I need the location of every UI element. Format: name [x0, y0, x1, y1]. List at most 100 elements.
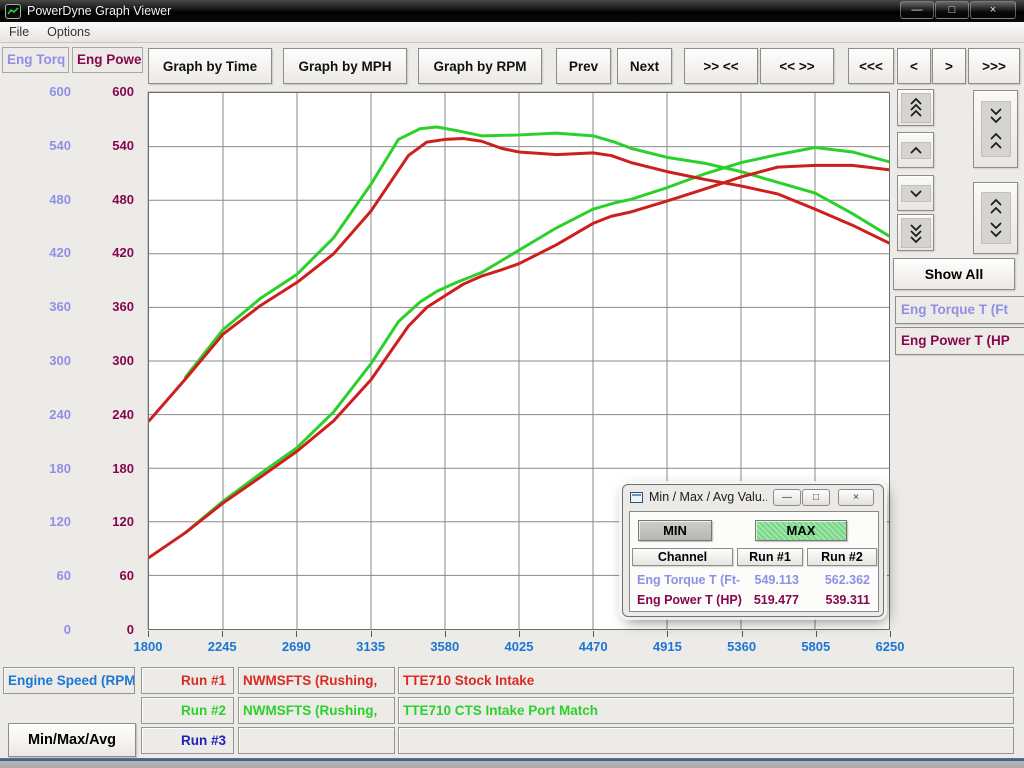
torque-max-run2-value: 562.362 — [806, 573, 870, 587]
channel-button-torque[interactable]: Eng Torque T (Ft — [895, 296, 1024, 324]
x-tick-label: 3580 — [410, 639, 480, 654]
x-tick-mark — [667, 631, 668, 637]
run1-description-field[interactable]: TTE710 Stock Intake — [398, 667, 1014, 694]
chevron-down-icon — [901, 185, 931, 202]
chevrons-diverge-icon — [981, 192, 1011, 244]
minmax-title-bar[interactable]: Min / Max / Avg Valu... — □ × — [623, 485, 883, 509]
torque-axis-labels: 600540480420360300240180120600 — [0, 0, 73, 768]
power-max-run2-value: 539.311 — [806, 593, 870, 607]
x-tick-mark — [742, 631, 743, 637]
menu-file[interactable]: File — [0, 23, 38, 41]
y-tick-label: 120 — [112, 513, 134, 531]
powerdyne-window: PowerDyne Graph Viewer — □ × File Option… — [0, 0, 1024, 768]
y-tick-label: 0 — [127, 621, 134, 639]
x-tick-mark — [816, 631, 817, 637]
power-max-run1-value: 519.477 — [735, 593, 799, 607]
column-header-run2[interactable]: Run #2 — [807, 548, 877, 566]
channel-button-power[interactable]: Eng Power T (HP — [895, 327, 1024, 355]
minmax-row-power-label: Eng Power T (HP) — [637, 593, 742, 607]
y-tick-label: 300 — [112, 352, 134, 370]
run2-operator-field[interactable]: NWMSFTS (Rushing, — [238, 697, 395, 724]
x-tick-mark — [890, 631, 891, 637]
prev-button[interactable]: Prev — [556, 48, 611, 84]
x-tick-label: 4470 — [558, 639, 628, 654]
scroll-down-fast-button[interactable] — [897, 214, 934, 251]
scroll-left-button[interactable]: < — [897, 48, 931, 84]
chevrons-converge-icon — [981, 101, 1011, 157]
max-button[interactable]: MAX — [755, 520, 847, 541]
y-tick-label: 600 — [112, 83, 134, 101]
min-button[interactable]: MIN — [638, 520, 712, 541]
triple-chevron-up-icon — [901, 93, 931, 123]
title-bar: PowerDyne Graph Viewer — □ × — [0, 0, 1024, 22]
column-header-run1[interactable]: Run #1 — [737, 548, 803, 566]
x-tick-label: 5805 — [781, 639, 851, 654]
column-header-channel[interactable]: Channel — [632, 548, 733, 566]
y-tick-label: 540 — [112, 137, 134, 155]
minmax-maximize-button[interactable]: □ — [802, 489, 830, 506]
run3-label: Run #3 — [141, 727, 234, 754]
tab-eng-torque[interactable]: Eng Torq — [2, 47, 69, 73]
graph-by-rpm-button[interactable]: Graph by RPM — [418, 48, 542, 84]
scroll-left-fast-button[interactable]: <<< — [848, 48, 894, 84]
x-tick-mark — [296, 631, 297, 637]
y-tick-label: 60 — [120, 567, 134, 585]
menu-options[interactable]: Options — [38, 23, 99, 41]
close-button[interactable]: × — [970, 1, 1016, 19]
graph-by-mph-button[interactable]: Graph by MPH — [283, 48, 407, 84]
y-tick-label: 480 — [112, 191, 134, 209]
minmax-minimize-button[interactable]: — — [773, 489, 801, 506]
minimize-button[interactable]: — — [900, 1, 934, 19]
zoom-in-x-button[interactable]: >> << — [684, 48, 758, 84]
graph-by-time-button[interactable]: Graph by Time — [148, 48, 272, 84]
zoom-in-y-button[interactable] — [973, 90, 1018, 168]
min-max-avg-button[interactable]: Min/Max/Avg — [8, 723, 136, 757]
minmax-window: Min / Max / Avg Valu... — □ × MIN MAX Ch… — [622, 484, 884, 617]
y-tick-label: 240 — [112, 406, 134, 424]
run3-description-field[interactable] — [398, 727, 1014, 754]
run2-label: Run #2 — [141, 697, 234, 724]
taskbar-strip — [0, 758, 1024, 768]
show-all-button[interactable]: Show All — [893, 258, 1015, 290]
scroll-right-button[interactable]: > — [932, 48, 966, 84]
minmax-window-title: Min / Max / Avg Valu... — [649, 490, 767, 504]
scroll-right-fast-button[interactable]: >>> — [968, 48, 1020, 84]
run1-label: Run #1 — [141, 667, 234, 694]
x-tick-label: 4025 — [484, 639, 554, 654]
next-button[interactable]: Next — [617, 48, 672, 84]
y-tick-label: 240 — [49, 406, 71, 424]
run2-description-field[interactable]: TTE710 CTS Intake Port Match — [398, 697, 1014, 724]
x-tick-label: 3135 — [336, 639, 406, 654]
x-tick-label: 1800 — [113, 639, 183, 654]
run1-operator-field[interactable]: NWMSFTS (Rushing, — [238, 667, 395, 694]
scroll-up-button[interactable] — [897, 132, 934, 168]
scroll-up-fast-button[interactable] — [897, 89, 934, 126]
y-tick-label: 120 — [49, 513, 71, 531]
y-tick-label: 180 — [49, 460, 71, 478]
curve-runrunrunrunrun2-power — [186, 147, 889, 532]
menu-bar: File Options — [0, 22, 1024, 43]
x-tick-mark — [371, 631, 372, 637]
y-tick-label: 0 — [64, 621, 71, 639]
x-tick-mark — [445, 631, 446, 637]
zoom-out-x-button[interactable]: << >> — [760, 48, 834, 84]
minmax-close-button[interactable]: × — [838, 489, 874, 506]
y-tick-label: 300 — [49, 352, 71, 370]
y-tick-label: 60 — [57, 567, 71, 585]
window-title: PowerDyne Graph Viewer — [27, 4, 171, 18]
x-tick-mark — [593, 631, 594, 637]
y-tick-label: 360 — [49, 298, 71, 316]
run3-operator-field[interactable] — [238, 727, 395, 754]
tab-eng-power[interactable]: Eng Power — [72, 47, 143, 73]
y-tick-label: 420 — [112, 244, 134, 262]
x-channel-field[interactable]: Engine Speed (RPM — [3, 667, 135, 694]
y-tick-label: 420 — [49, 244, 71, 262]
scroll-down-button[interactable] — [897, 175, 934, 211]
triple-chevron-down-icon — [901, 218, 931, 248]
x-tick-label: 2690 — [261, 639, 331, 654]
zoom-out-y-button[interactable] — [973, 182, 1018, 254]
maximize-button[interactable]: □ — [935, 1, 969, 19]
minmax-row-torque-label: Eng Torque T (Ft- — [637, 573, 740, 587]
x-tick-label: 5360 — [707, 639, 777, 654]
x-tick-label: 4915 — [632, 639, 702, 654]
